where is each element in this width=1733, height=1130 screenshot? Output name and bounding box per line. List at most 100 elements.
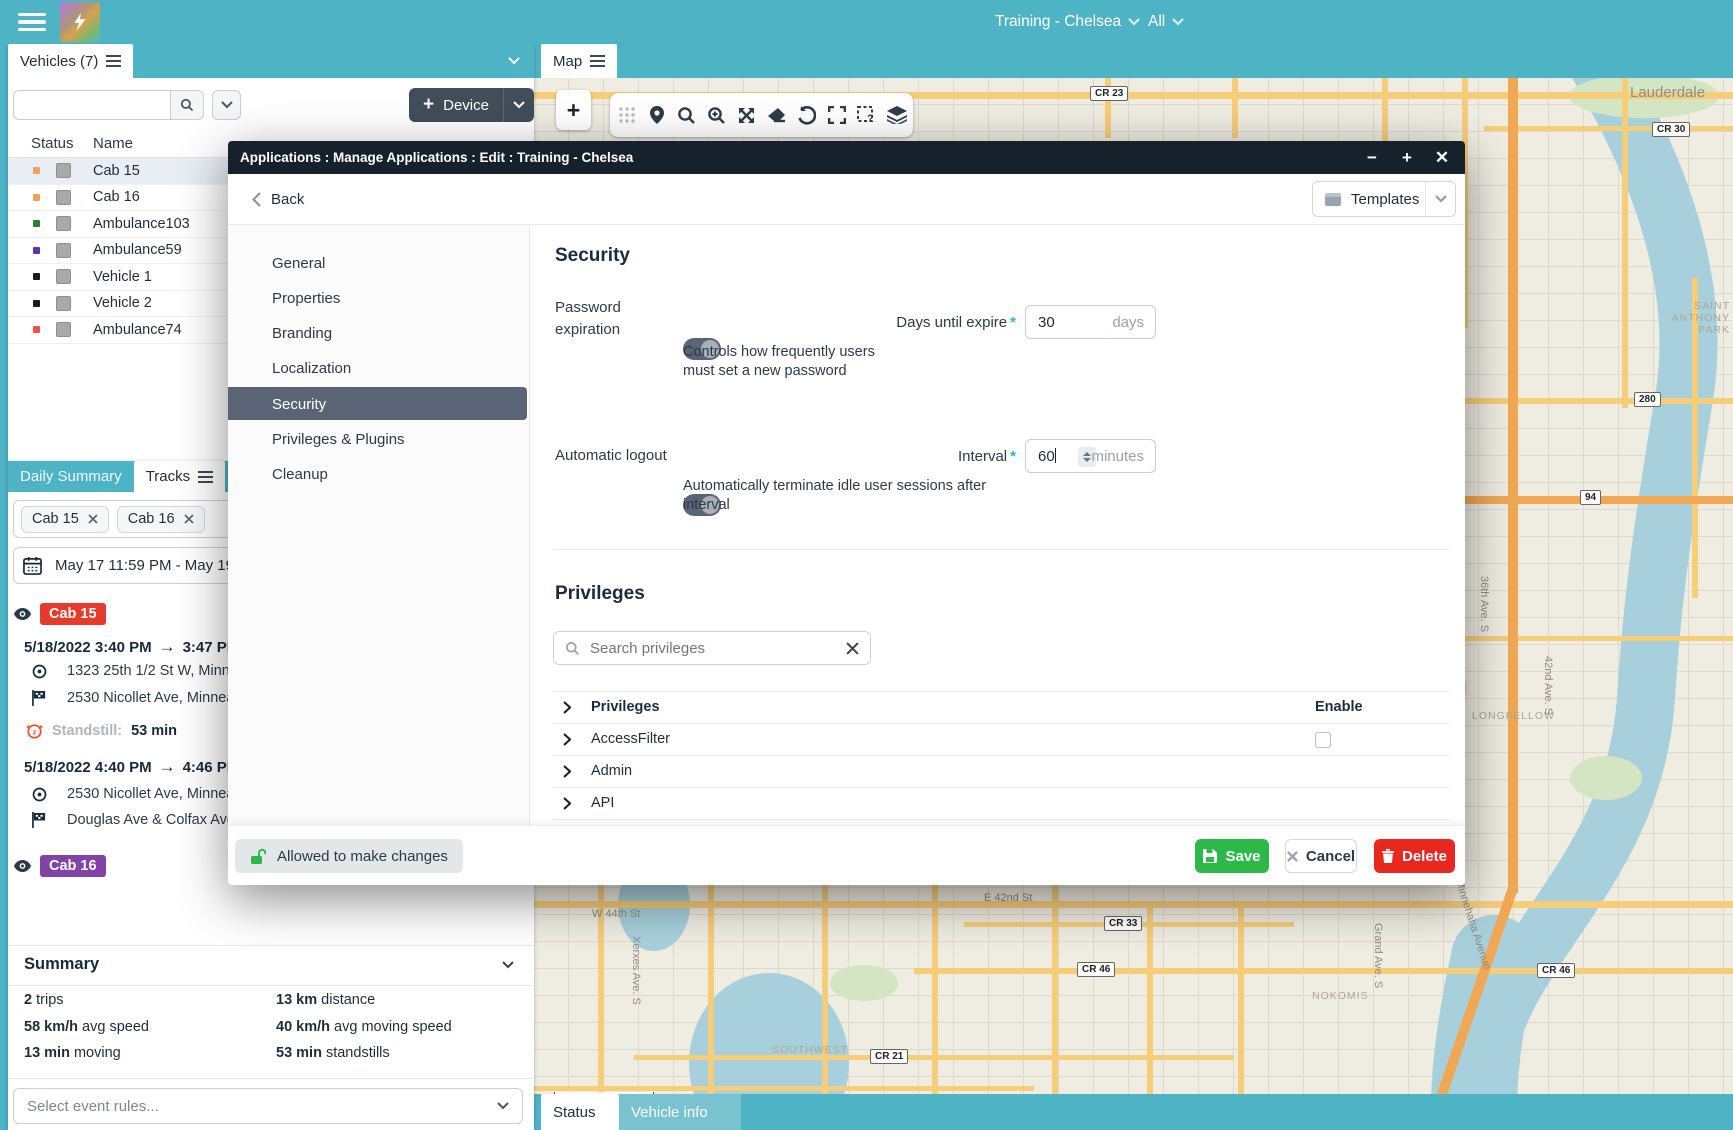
password-expiration-helper: Controls how frequently users must set a…	[683, 343, 901, 381]
road-shield: CR 30	[1652, 122, 1690, 137]
chip-label: Cab 15	[32, 511, 79, 527]
tracks-tab-menu-icon[interactable]	[198, 468, 213, 486]
trip-start-row[interactable]: 2530 Nicollet Ave, Minnea	[32, 786, 234, 802]
scope-dropdown[interactable]: All	[1148, 0, 1184, 44]
save-button[interactable]: Save	[1195, 839, 1269, 873]
dialog-titlebar[interactable]: Applications : Manage Applications : Edi…	[228, 141, 1465, 174]
nav-item-general[interactable]: General	[272, 255, 325, 272]
zoom-to-icon[interactable]	[703, 102, 731, 128]
chevron-right-icon[interactable]	[563, 765, 571, 778]
tab-status[interactable]: Status	[541, 1094, 619, 1130]
tab-map[interactable]: Map	[541, 44, 617, 78]
required-star: *	[1010, 314, 1016, 331]
clear-search-icon[interactable]	[846, 642, 859, 655]
privilege-row[interactable]: AccessFilter	[553, 724, 1449, 756]
map-tab-menu-icon[interactable]	[590, 52, 605, 70]
standstill-row[interactable]: z Standstill: 53 min	[26, 722, 177, 739]
vehicle-chip[interactable]: Cab 15	[21, 506, 109, 533]
vehicle-badge[interactable]: Cab 16	[40, 855, 106, 877]
fullscreen-icon[interactable]	[823, 102, 851, 128]
vehicle-chip[interactable]: Cab 16	[117, 506, 205, 533]
remove-chip-icon[interactable]	[184, 514, 194, 524]
privilege-row[interactable]: API	[553, 788, 1449, 820]
delete-button[interactable]: Delete	[1374, 839, 1455, 873]
vehicle-search-options-button[interactable]	[212, 90, 241, 120]
trip-time-range[interactable]: 5/18/2022 4:40 PM → 4:46 PM	[24, 757, 239, 777]
vehicle-badge[interactable]: Cab 15	[40, 603, 106, 625]
templates-button[interactable]: Templates	[1313, 191, 1425, 208]
cancel-button[interactable]: Cancel	[1285, 839, 1357, 873]
daily-summary-tab-label: Daily Summary	[20, 468, 122, 485]
days-until-expire-input[interactable]: 30 days	[1025, 305, 1156, 339]
status-column-header[interactable]: Status	[31, 135, 74, 152]
name-column-header[interactable]: Name	[93, 135, 133, 152]
chevron-down-icon	[513, 101, 525, 109]
map-zoom-in-button[interactable]: +	[556, 90, 591, 130]
vehicle-icon	[56, 243, 71, 258]
nav-item-localization[interactable]: Localization	[272, 360, 351, 377]
trip-start-row[interactable]: 1323 25th 1/2 St W, Minn	[32, 663, 230, 679]
add-device-button[interactable]: + Device	[409, 88, 503, 122]
nav-item-security[interactable]: Security	[272, 396, 326, 413]
map-tabstrip: Map	[534, 44, 1733, 78]
interval-input[interactable]: 60 minutes	[1025, 439, 1156, 473]
chevron-right-icon[interactable]	[563, 797, 571, 810]
visibility-eye-icon[interactable]	[14, 860, 31, 872]
undo-rotate-icon[interactable]	[793, 102, 821, 128]
chevron-right-icon[interactable]	[563, 733, 571, 746]
layers-icon[interactable]	[883, 102, 911, 128]
search-icon	[565, 641, 580, 656]
chevron-right-icon[interactable]	[563, 701, 571, 714]
tab-tracks[interactable]: Tracks	[134, 461, 225, 492]
app-logo[interactable]	[60, 2, 100, 42]
fit-bounds-icon[interactable]	[733, 102, 761, 128]
maximize-icon[interactable]: +	[1396, 148, 1418, 168]
nav-item-cleanup[interactable]: Cleanup	[272, 466, 328, 483]
trash-icon	[1382, 849, 1394, 863]
road-shield: CR 46	[1077, 962, 1115, 977]
eraser-icon[interactable]	[763, 102, 791, 128]
save-label: Save	[1225, 848, 1260, 865]
nav-item-branding[interactable]: Branding	[272, 325, 332, 342]
tab-daily-summary[interactable]: Daily Summary	[8, 461, 134, 492]
account-dropdown[interactable]: Training - Chelsea	[995, 0, 1140, 44]
add-device-options-button[interactable]	[504, 88, 534, 122]
days-value: 30	[1038, 314, 1055, 331]
vehicle-icon	[56, 296, 71, 311]
trip-end-row[interactable]: Douglas Ave & Colfax Ave	[32, 812, 235, 828]
map-label: Xerxes Ave. S	[630, 936, 642, 1005]
minimize-icon[interactable]: −	[1361, 148, 1383, 168]
nav-item-privileges-plugins[interactable]: Privileges & Plugins	[272, 431, 405, 448]
event-rules-select[interactable]: Select event rules...	[13, 1088, 523, 1124]
vehicle-search-input[interactable]	[13, 90, 171, 120]
privileges-search-input[interactable]	[590, 640, 836, 657]
remove-chip-icon[interactable]	[88, 514, 98, 524]
visibility-eye-icon[interactable]	[14, 608, 31, 620]
add-device-label: Device	[443, 97, 489, 114]
privileges-search-box	[553, 631, 871, 665]
back-button[interactable]: Back	[252, 186, 304, 212]
search-area-icon[interactable]	[673, 102, 701, 128]
tab-vehicles[interactable]: Vehicles (7)	[8, 44, 133, 78]
select-region-icon[interactable]: ?	[853, 102, 881, 128]
chevron-down-icon	[221, 101, 233, 109]
map-pin-icon[interactable]	[643, 102, 671, 128]
security-heading: Security	[555, 245, 630, 267]
collapse-panel-icon[interactable]	[508, 57, 520, 65]
enable-checkbox[interactable]	[1315, 732, 1331, 748]
vehicle-icon	[56, 322, 71, 337]
templates-options-button[interactable]	[1426, 182, 1455, 216]
main-menu-icon[interactable]	[18, 9, 46, 36]
tab-vehicle-info[interactable]: Vehicle info	[619, 1094, 741, 1130]
trip-time-range[interactable]: 5/18/2022 3:40 PM → 3:47 PM	[24, 637, 239, 657]
nav-item-properties[interactable]: Properties	[272, 290, 340, 307]
drag-handle-icon[interactable]	[613, 102, 641, 128]
cancel-label: Cancel	[1306, 848, 1355, 865]
collapse-summary-icon[interactable]	[502, 961, 514, 969]
trip-end-row[interactable]: 2530 Nicollet Ave, Minnea	[32, 690, 234, 706]
vehicles-tab-menu-icon[interactable]	[106, 52, 121, 70]
privilege-row[interactable]: Admin	[553, 756, 1449, 788]
vehicle-search-button[interactable]	[171, 90, 204, 120]
privilege-name: API	[591, 795, 614, 811]
close-icon[interactable]: ✕	[1431, 148, 1453, 168]
